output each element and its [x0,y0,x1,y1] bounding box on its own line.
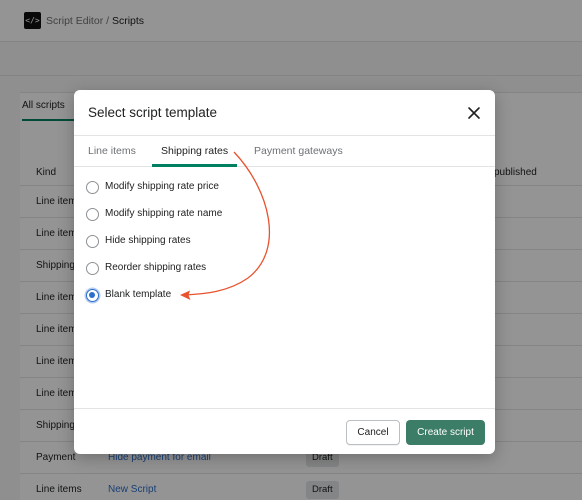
option-label: Blank template [105,289,172,300]
option-label: Reorder shipping rates [105,262,207,273]
modal-footer: Cancel Create script [74,408,495,454]
close-button[interactable] [464,103,484,123]
option-label: Hide shipping rates [105,235,191,246]
radio-button-selected[interactable] [86,289,99,302]
option-label: Modify shipping rate price [105,181,219,192]
template-option-modify-name[interactable]: Modify shipping rate name [86,207,256,223]
cancel-button[interactable]: Cancel [346,420,400,445]
template-option-blank[interactable]: Blank template [86,288,196,304]
option-label: Modify shipping rate name [105,208,223,219]
tab-payment-gateways[interactable]: Payment gateways [254,145,343,157]
tab-line-items[interactable]: Line items [88,145,136,157]
active-tab-indicator [152,164,237,167]
radio-button[interactable] [86,235,99,248]
template-option-modify-price[interactable]: Modify shipping rate price [86,180,256,196]
tab-shipping-rates[interactable]: Shipping rates [161,145,228,157]
select-template-modal: Select script template Line items Shippi… [74,90,495,454]
radio-button[interactable] [86,262,99,275]
template-option-reorder-rates[interactable]: Reorder shipping rates [86,261,236,277]
modal-header: Select script template [74,90,495,136]
template-tabs: Line items Shipping rates Payment gatewa… [74,136,495,167]
create-script-button[interactable]: Create script [406,420,485,445]
modal-title: Select script template [88,105,218,120]
radio-button[interactable] [86,181,99,194]
radio-button[interactable] [86,208,99,221]
template-option-hide-rates[interactable]: Hide shipping rates [86,234,226,250]
close-icon [468,107,480,119]
